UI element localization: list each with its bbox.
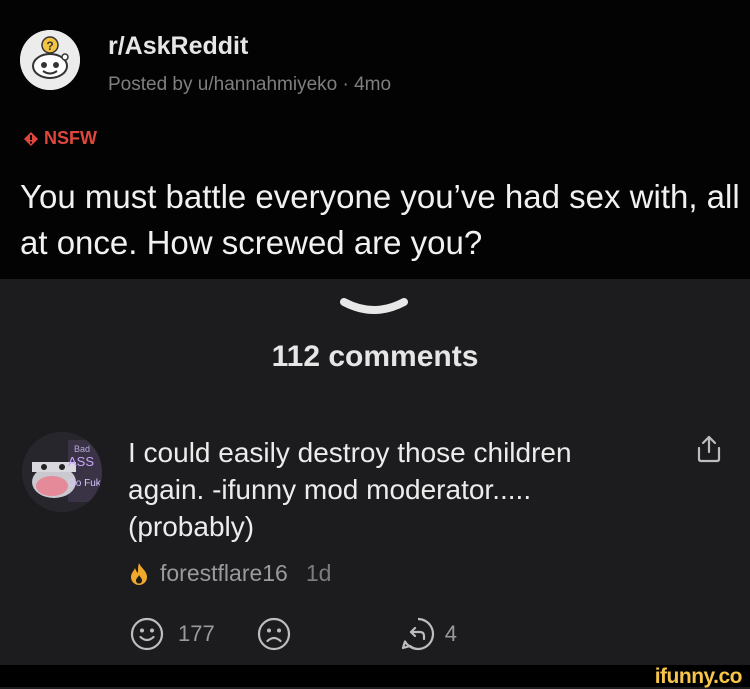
comments-count: 112 comments bbox=[271, 340, 479, 373]
frown-face-icon bbox=[257, 617, 290, 651]
ifunny-watermark: ifunny.co bbox=[654, 665, 743, 688]
fire-icon bbox=[128, 562, 150, 586]
nsfw-tag: NSFW bbox=[24, 128, 97, 149]
nsfw-diamond-icon bbox=[24, 131, 38, 146]
nsfw-label: NSFW bbox=[44, 128, 97, 148]
chevron-down-icon bbox=[340, 298, 408, 314]
svg-text:Bad: Bad bbox=[74, 444, 90, 454]
askreddit-snoo-icon: ? bbox=[20, 30, 80, 90]
smile-face-icon bbox=[130, 617, 164, 651]
svg-text:ASS: ASS bbox=[68, 454, 94, 469]
svg-text:Go Fuk: Go Fuk bbox=[68, 478, 102, 489]
bottom-bar bbox=[0, 665, 750, 687]
comment-username[interactable]: forestflare16 bbox=[160, 560, 288, 587]
commenter-avatar-image: Bad ASS Go Fuk bbox=[22, 432, 102, 512]
comment-author-row: forestflare16 1d bbox=[128, 560, 331, 587]
reply-icon bbox=[401, 617, 434, 651]
comment-age: 1d bbox=[305, 560, 332, 586]
reply-button[interactable]: 4 bbox=[401, 617, 457, 651]
subreddit-avatar[interactable]: ? bbox=[20, 30, 80, 90]
subreddit-name[interactable]: r/AskReddit bbox=[108, 32, 248, 61]
post-card: ? r/AskReddit Posted by u/hannahmiyeko ·… bbox=[0, 0, 750, 279]
share-button[interactable] bbox=[696, 435, 722, 468]
svg-text:?: ? bbox=[46, 39, 53, 53]
post-meta: Posted by u/hannahmiyeko · 4mo bbox=[108, 74, 392, 95]
comment-body: I could easily destroy those children ag… bbox=[128, 437, 572, 542]
reply-count: 4 bbox=[444, 621, 457, 646]
collapse-button[interactable] bbox=[338, 296, 410, 323]
post-title: You must battle everyone you’ve had sex … bbox=[20, 178, 740, 261]
upvote-button[interactable]: 177 bbox=[130, 617, 215, 651]
share-icon bbox=[697, 435, 721, 463]
comment-actions: 177 4 bbox=[130, 616, 457, 652]
upvote-count: 177 bbox=[178, 621, 215, 646]
downvote-button[interactable] bbox=[257, 617, 291, 651]
commenter-avatar[interactable]: Bad ASS Go Fuk bbox=[22, 432, 102, 512]
